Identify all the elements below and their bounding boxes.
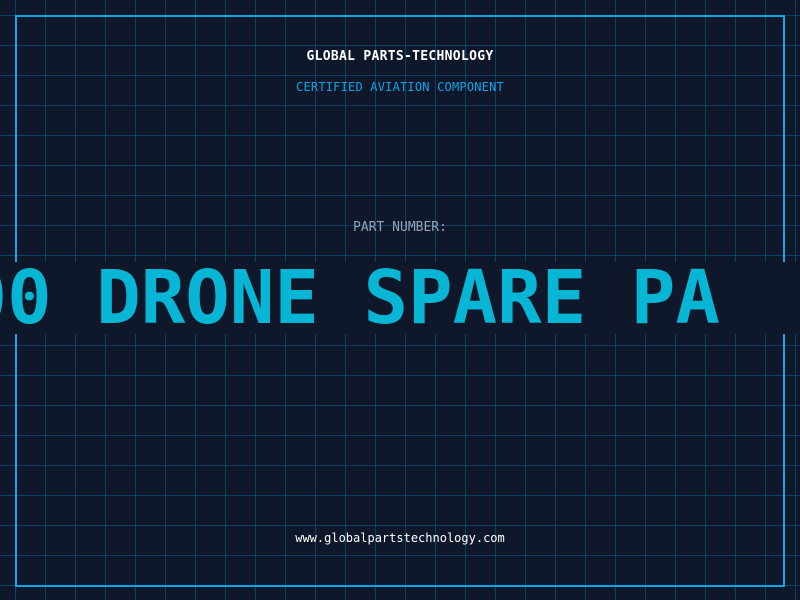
- part-number-label: PART NUMBER:: [353, 220, 447, 235]
- part-number-band: 100 DRONE SPARE PA: [0, 262, 800, 334]
- certificate-page: GLOBAL PARTS-TECHNOLOGY CERTIFIED AVIATI…: [0, 0, 800, 600]
- website-link[interactable]: www.globalpartstechnology.com: [0, 531, 800, 545]
- part-number-value: 100 DRONE SPARE PA: [0, 262, 720, 334]
- brand-title: GLOBAL PARTS-TECHNOLOGY: [306, 49, 494, 64]
- certification-subtitle: CERTIFIED AVIATION COMPONENT: [296, 80, 504, 94]
